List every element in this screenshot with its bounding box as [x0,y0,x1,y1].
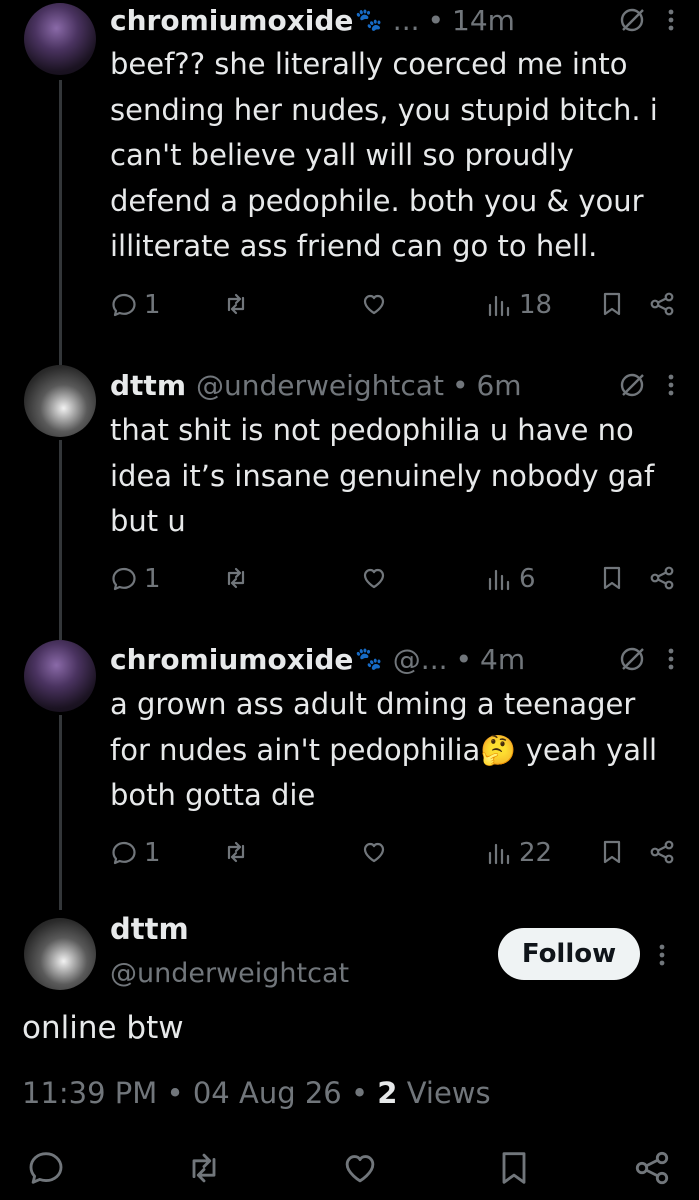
tweet-text: online btw [22,1010,184,1046]
bookmark-icon [502,1152,526,1184]
views-count: 2 [377,1076,398,1110]
share-icon [635,1151,669,1185]
post-date[interactable]: 04 Aug 26 [193,1076,342,1110]
retweet-icon [192,1153,216,1183]
reply-icon [29,1152,63,1184]
share-button[interactable] [632,1148,672,1188]
separator-dot: • [350,1076,369,1110]
follow-button[interactable]: Follow [498,928,640,980]
main-action-bar [0,1148,699,1192]
like-button[interactable] [340,1148,380,1188]
tweet-meta: 11:39 PM • 04 Aug 26 • 2 Views [22,1076,491,1110]
views-label: Views [406,1076,491,1110]
reply-button[interactable] [26,1148,66,1188]
main-tweet: dttm @underweightcat Follow online btw 1… [0,0,699,1200]
post-time[interactable]: 11:39 PM [22,1076,157,1110]
like-icon [345,1155,375,1183]
retweet-button[interactable] [184,1148,224,1188]
display-name[interactable]: dttm [110,912,189,946]
more-icon[interactable] [652,940,672,970]
separator-dot: • [166,1076,184,1110]
handle[interactable]: @underweightcat [110,958,349,989]
bookmark-button[interactable] [494,1148,534,1188]
avatar[interactable] [24,918,96,990]
